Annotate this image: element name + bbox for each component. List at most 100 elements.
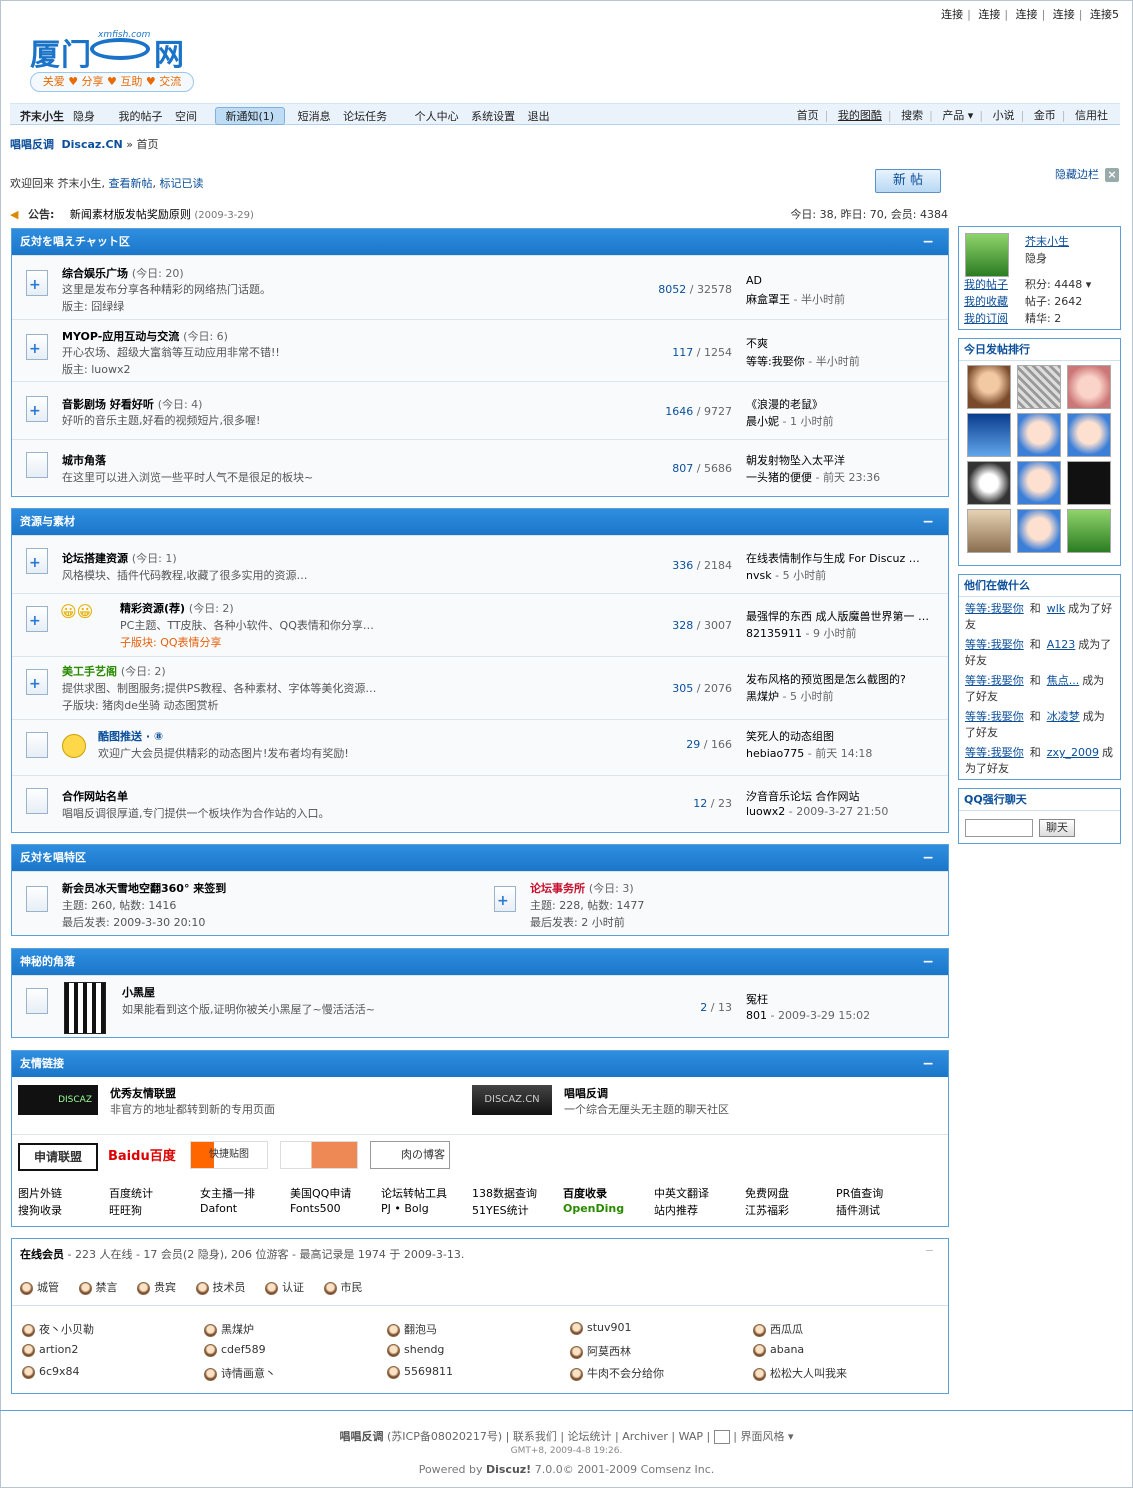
forum-name[interactable]: 论坛搭建资源: [62, 552, 128, 565]
rank-avatar[interactable]: [1067, 413, 1111, 457]
top-link[interactable]: 连接: [1016, 8, 1038, 21]
nav-right-credit[interactable]: 信用社: [1075, 109, 1108, 122]
activity-user[interactable]: 等等:我娶你: [965, 602, 1024, 615]
nav-right-home[interactable]: 首页: [797, 109, 819, 122]
text-link[interactable]: 搜狗收录: [18, 1202, 62, 1218]
online-user[interactable]: 翻泡马: [387, 1321, 437, 1337]
section-title[interactable]: 资源与素材: [20, 515, 75, 528]
text-link[interactable]: 插件测试: [836, 1202, 880, 1218]
last-post-title[interactable]: 不爽: [746, 335, 936, 351]
activity-friend[interactable]: 焦点...: [1047, 674, 1080, 687]
collapse-icon[interactable]: −: [922, 949, 934, 975]
close-icon[interactable]: ×: [1105, 168, 1119, 182]
activity-friend[interactable]: 冰凌梦: [1047, 710, 1080, 723]
hide-sidebar-link[interactable]: 隐藏边栏 ×: [1055, 166, 1119, 182]
partner-logo[interactable]: [280, 1141, 358, 1169]
link-name[interactable]: 优秀友情联盟: [110, 1085, 176, 1101]
online-user[interactable]: abana: [753, 1343, 804, 1357]
online-user-name[interactable]: 黑煤炉: [221, 1323, 254, 1336]
collapse-icon[interactable]: −: [922, 1051, 934, 1077]
nav-status[interactable]: 隐身: [73, 110, 95, 123]
nav-right-gold[interactable]: 金币: [1034, 109, 1056, 122]
online-user-name[interactable]: 松松大人叫我来: [770, 1367, 847, 1380]
forum-row[interactable]: 综合娱乐广场 (今日: 20) 这里是发布分享各种精彩的网络热门话题。 版主: …: [12, 255, 948, 319]
activity-user[interactable]: 等等:我娶你: [965, 710, 1024, 723]
forum-name[interactable]: 小黑屋: [122, 984, 155, 1000]
forum-name[interactable]: 酷图推送 · ⑧: [98, 730, 163, 743]
sidebar-link[interactable]: 我的帖子: [964, 276, 1008, 292]
rank-avatar[interactable]: [967, 509, 1011, 553]
nav-my-posts[interactable]: 我的帖子: [119, 110, 163, 123]
forum-name[interactable]: 论坛事务所: [530, 882, 585, 895]
breadcrumb-discaz[interactable]: Discaz.CN: [62, 138, 123, 151]
online-user-name[interactable]: artion2: [39, 1343, 78, 1356]
footer-wap[interactable]: WAP: [679, 1430, 703, 1443]
online-user-name[interactable]: cdef589: [221, 1343, 266, 1356]
last-post-author[interactable]: 等等:我娶你: [746, 355, 805, 368]
baidu-logo[interactable]: Baidu百度: [108, 1143, 182, 1171]
online-user[interactable]: 黑煤炉: [204, 1321, 254, 1337]
nav-right-products[interactable]: 产品 ▾: [942, 109, 973, 122]
collapse-icon[interactable]: −: [922, 229, 934, 255]
section-title[interactable]: 反対を唱えチャット区: [20, 235, 130, 248]
rank-avatar[interactable]: [967, 413, 1011, 457]
rank-avatar[interactable]: [967, 365, 1011, 409]
text-link[interactable]: Dafont: [200, 1202, 237, 1215]
breadcrumb-site[interactable]: 唱唱反调: [10, 138, 54, 151]
forum-row[interactable]: 论坛搭建资源 (今日: 1) 风格模块、插件代码教程,收藏了很多实用的资源… 3…: [12, 535, 948, 593]
sidebar-link[interactable]: 我的订阅: [964, 310, 1008, 326]
last-post-author[interactable]: 一头猪的便便: [746, 471, 812, 484]
text-link[interactable]: 站内推荐: [654, 1202, 698, 1218]
sidebar-stat[interactable]: 积分: 4448 ▾: [1025, 276, 1091, 292]
nav-notice-badge[interactable]: 新通知(1): [214, 107, 286, 125]
online-user[interactable]: 夜丶小贝勒: [22, 1321, 94, 1337]
discaz-logo[interactable]: DISCAZ: [18, 1085, 98, 1115]
qq-chat-button[interactable]: 聊天: [1039, 819, 1075, 837]
text-link[interactable]: 论坛转帖工具: [381, 1185, 447, 1201]
last-post-author[interactable]: hebiao775: [746, 747, 804, 760]
rank-avatar[interactable]: [1017, 365, 1061, 409]
online-user[interactable]: 阿莫西林: [570, 1343, 631, 1359]
rank-avatar[interactable]: [967, 461, 1011, 505]
forum-row[interactable]: 合作网站名单 唱唱反调很厚道,专门提供一个板块作为合作站的入口。 12 / 23…: [12, 775, 948, 831]
text-link[interactable]: 51YES统计: [472, 1202, 529, 1218]
text-link[interactable]: OpenDing: [563, 1202, 624, 1215]
online-user-name[interactable]: 5569811: [404, 1365, 453, 1378]
text-link[interactable]: 图片外链: [18, 1185, 62, 1201]
last-post-author[interactable]: luowx2: [746, 805, 785, 818]
collapse-icon[interactable]: −: [925, 1244, 934, 1257]
last-post-author[interactable]: 801: [746, 1009, 767, 1022]
text-link[interactable]: PR值查询: [836, 1185, 883, 1201]
qq-input[interactable]: [965, 819, 1033, 837]
nav-username[interactable]: 芥末小生: [20, 110, 64, 123]
online-user[interactable]: 5569811: [387, 1365, 453, 1379]
online-user-name[interactable]: 夜丶小贝勒: [39, 1323, 94, 1336]
online-user[interactable]: cdef589: [204, 1343, 266, 1357]
online-user[interactable]: 诗情画意丶: [204, 1365, 276, 1381]
view-new-link[interactable]: 查看新帖: [109, 177, 153, 190]
online-user-name[interactable]: shendg: [404, 1343, 444, 1356]
last-post-title[interactable]: 笑死人的动态组图: [746, 728, 936, 744]
rss-chart-icon[interactable]: [713, 1430, 730, 1444]
last-post-title[interactable]: 发布风格的预览图是怎么截图的?: [746, 671, 936, 687]
sidebar-username[interactable]: 芥末小生: [1025, 233, 1069, 249]
footer-site[interactable]: 唱唱反调: [339, 1430, 383, 1443]
online-title[interactable]: 在线会员: [20, 1248, 64, 1261]
online-user-name[interactable]: stuv901: [587, 1321, 632, 1334]
online-user-name[interactable]: 6c9x84: [39, 1365, 80, 1378]
last-post-author[interactable]: 晨小妮: [746, 415, 779, 428]
top-link[interactable]: 连接: [941, 8, 963, 21]
online-user[interactable]: 牛肉不会分给你: [570, 1365, 664, 1381]
online-user-name[interactable]: 翻泡马: [404, 1323, 437, 1336]
activity-friend[interactable]: zxy_2009: [1047, 746, 1099, 759]
text-link[interactable]: 中英文翻译: [654, 1185, 709, 1201]
forum-row[interactable]: 小黑屋 如果能看到这个版,证明你被关小黑屋了~慢活活活~ 2 / 13 冤枉 8…: [12, 975, 948, 1037]
forum-name[interactable]: 综合娱乐广场: [62, 267, 128, 280]
rank-avatar[interactable]: [1067, 509, 1111, 553]
text-link[interactable]: 旺旺狗: [109, 1202, 142, 1218]
top-link[interactable]: 连接5: [1090, 8, 1119, 21]
online-user[interactable]: 松松大人叫我来: [753, 1365, 847, 1381]
rank-avatar[interactable]: [1017, 461, 1061, 505]
forum-name[interactable]: 城市角落: [62, 454, 106, 467]
last-post-title[interactable]: 最强悍的东西 成人版魔兽世界第一 …: [746, 608, 936, 624]
